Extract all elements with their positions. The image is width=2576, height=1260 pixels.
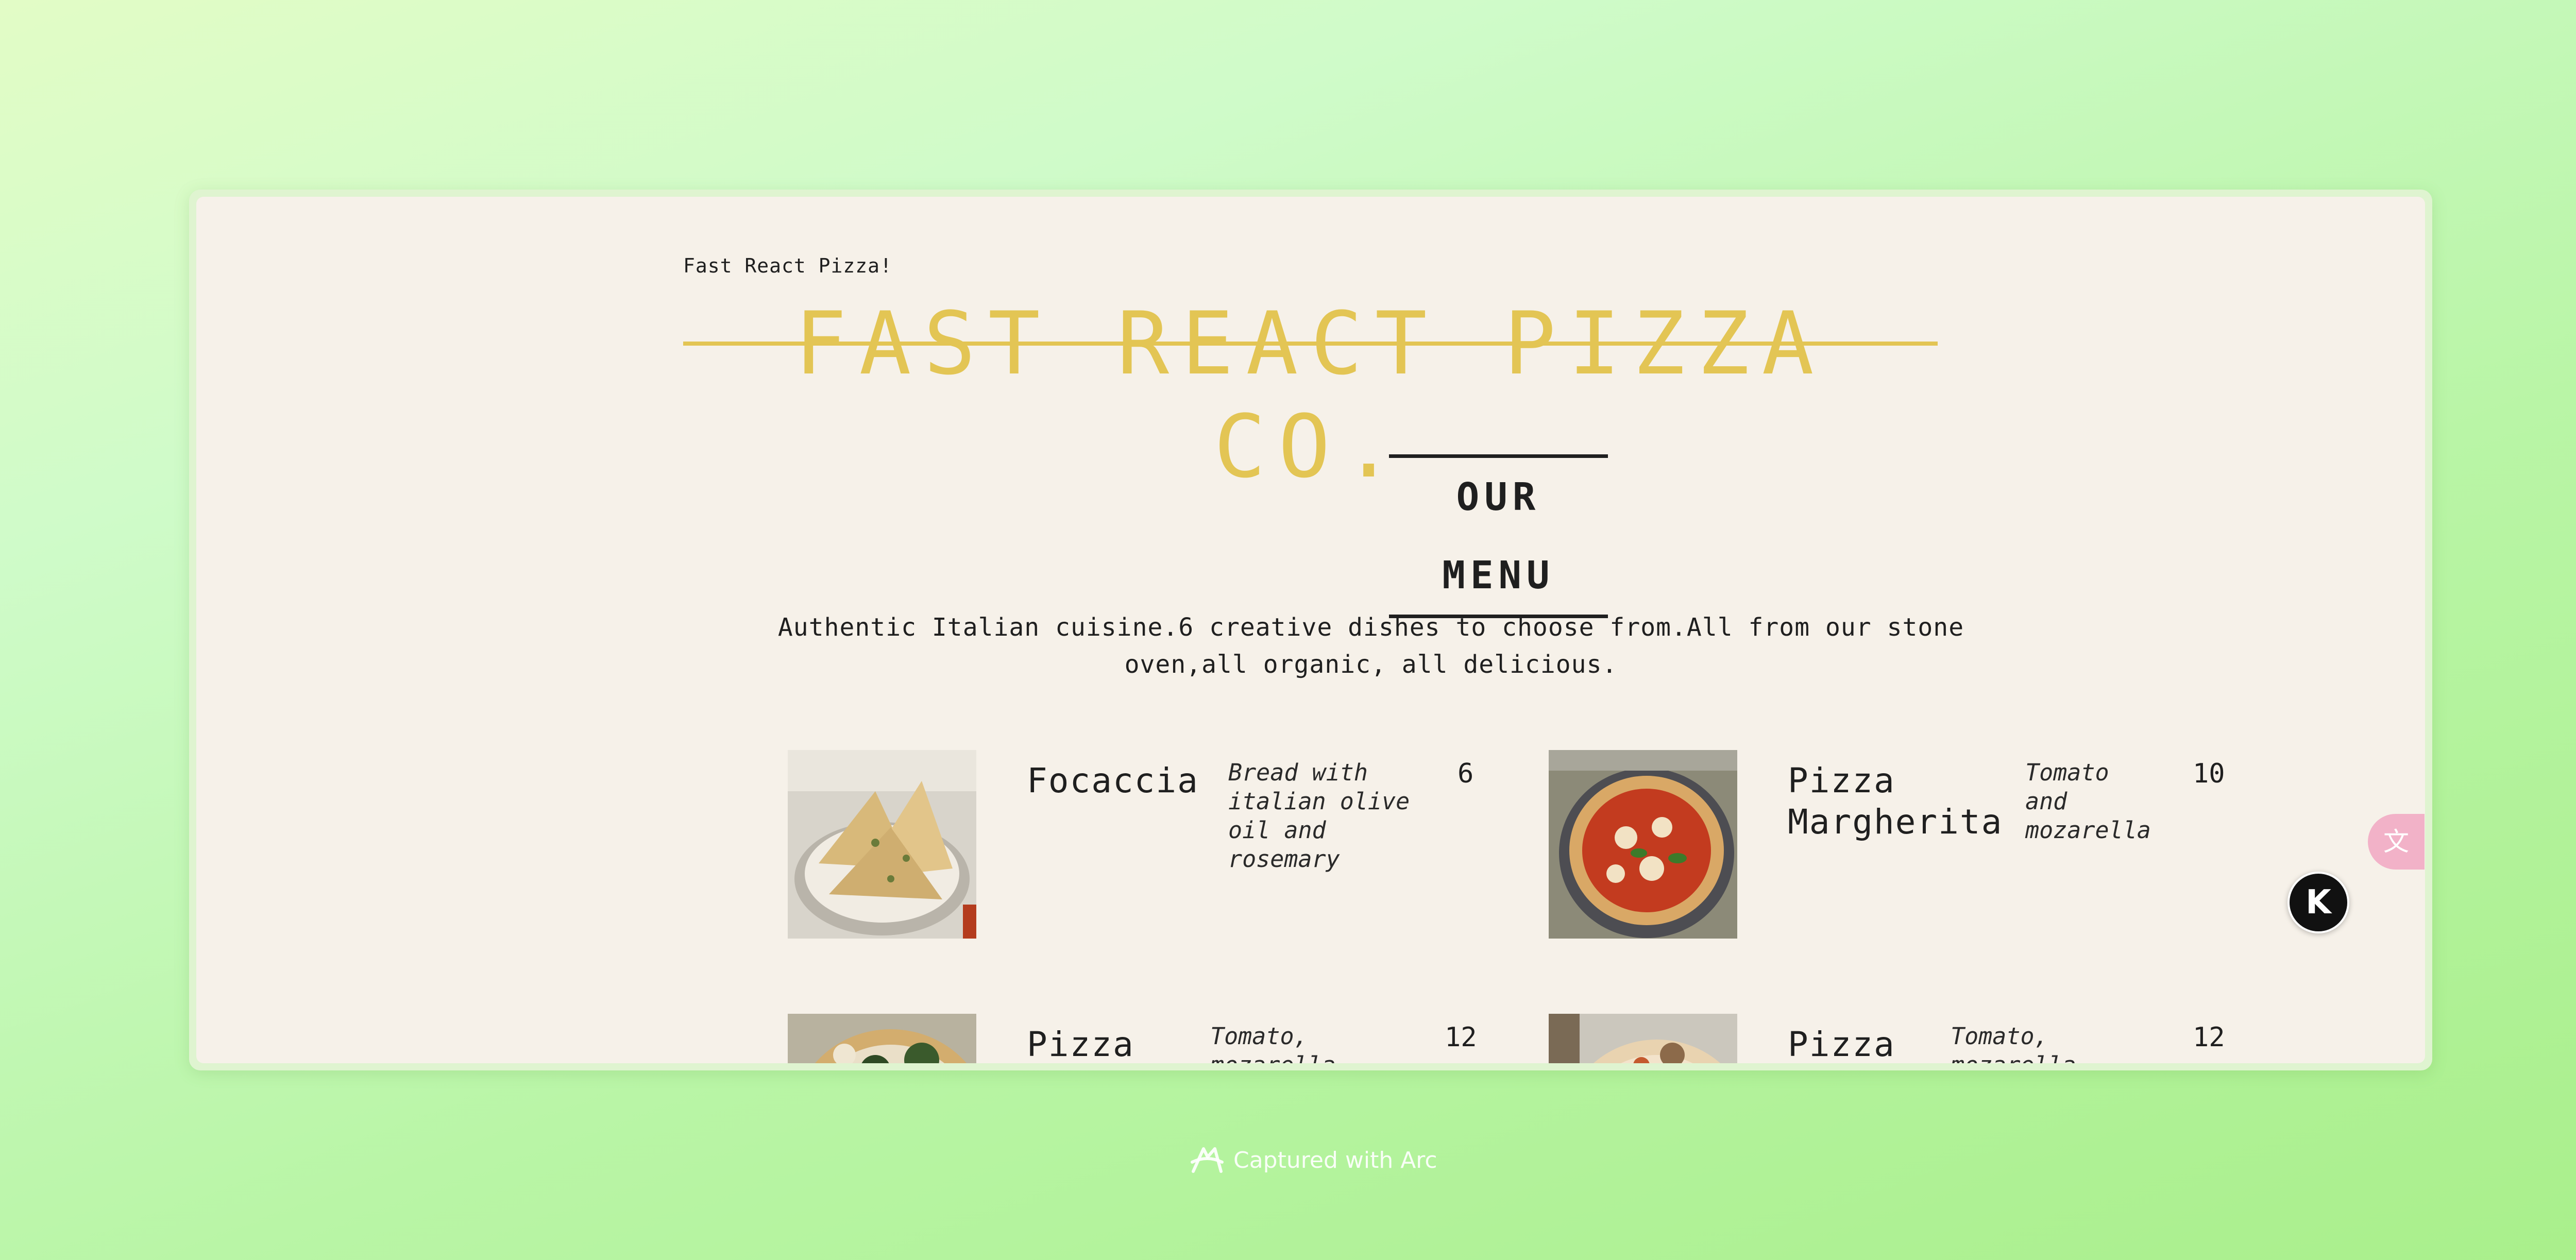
pizza-name: Pizza Spinaci bbox=[1027, 1025, 1134, 1063]
pizza-item-focaccia[interactable]: Focaccia Bread with italian olive oil an… bbox=[788, 750, 1478, 939]
captured-with-arc: Captured with Arc bbox=[1189, 1145, 1437, 1176]
pizza-ingredients: Bread with italian olive oil and rosemar… bbox=[1228, 759, 1410, 873]
spinaci-photo bbox=[788, 1014, 976, 1063]
menu-intro: Authentic Italian cuisine.6 creative dis… bbox=[777, 613, 1964, 679]
captured-label: Captured with Arc bbox=[1233, 1147, 1437, 1173]
margherita-photo bbox=[1549, 750, 1737, 939]
funghi-photo bbox=[1549, 1014, 1737, 1063]
pizza-ingredients: Tomato, mozarella, bbox=[1951, 1023, 2090, 1063]
arc-logo-icon bbox=[1191, 1147, 1224, 1173]
pizza-ingredients: Tomato, mozarella, bbox=[1210, 1023, 1350, 1063]
page-title-block: FAST REACT PIZZA CO. bbox=[683, 292, 1938, 497]
translate-icon[interactable]: 文 bbox=[2368, 814, 2425, 870]
k-badge-icon[interactable]: K bbox=[2287, 872, 2349, 933]
pizza-item-funghi[interactable]: Pizza Funghi Tomato, mozarella, 12 bbox=[1549, 1014, 2239, 1063]
pizza-price: 10 bbox=[2193, 758, 2225, 789]
focaccia-photo bbox=[788, 750, 976, 939]
pizza-item-margherita[interactable]: Pizza Margherita Tomato and mozarella 10 bbox=[1549, 750, 2239, 939]
pizza-name: Pizza Funghi bbox=[1788, 1025, 1895, 1063]
browser-window: Fast React Pizza! FAST REACT PIZZA CO. O… bbox=[189, 190, 2432, 1070]
pizza-ingredients: Tomato and mozarella bbox=[2025, 759, 2151, 844]
pizza-price: 6 bbox=[1458, 758, 1474, 789]
pizza-price: 12 bbox=[1445, 1022, 1477, 1053]
pizza-page: Fast React Pizza! FAST REACT PIZZA CO. O… bbox=[196, 197, 2425, 1063]
page-title: FAST REACT PIZZA CO. bbox=[794, 293, 1826, 497]
pizza-name: Focaccia bbox=[1027, 761, 1199, 801]
pizza-item-spinaci[interactable]: Pizza Spinaci Tomato, mozarella, 12 bbox=[788, 1014, 1478, 1063]
brand-small-title: Fast React Pizza! bbox=[683, 254, 892, 277]
pizza-name: Pizza Margherita bbox=[1788, 761, 2003, 842]
pizza-price: 12 bbox=[2193, 1022, 2225, 1053]
menu-heading: OUR MENU bbox=[1389, 454, 1608, 618]
